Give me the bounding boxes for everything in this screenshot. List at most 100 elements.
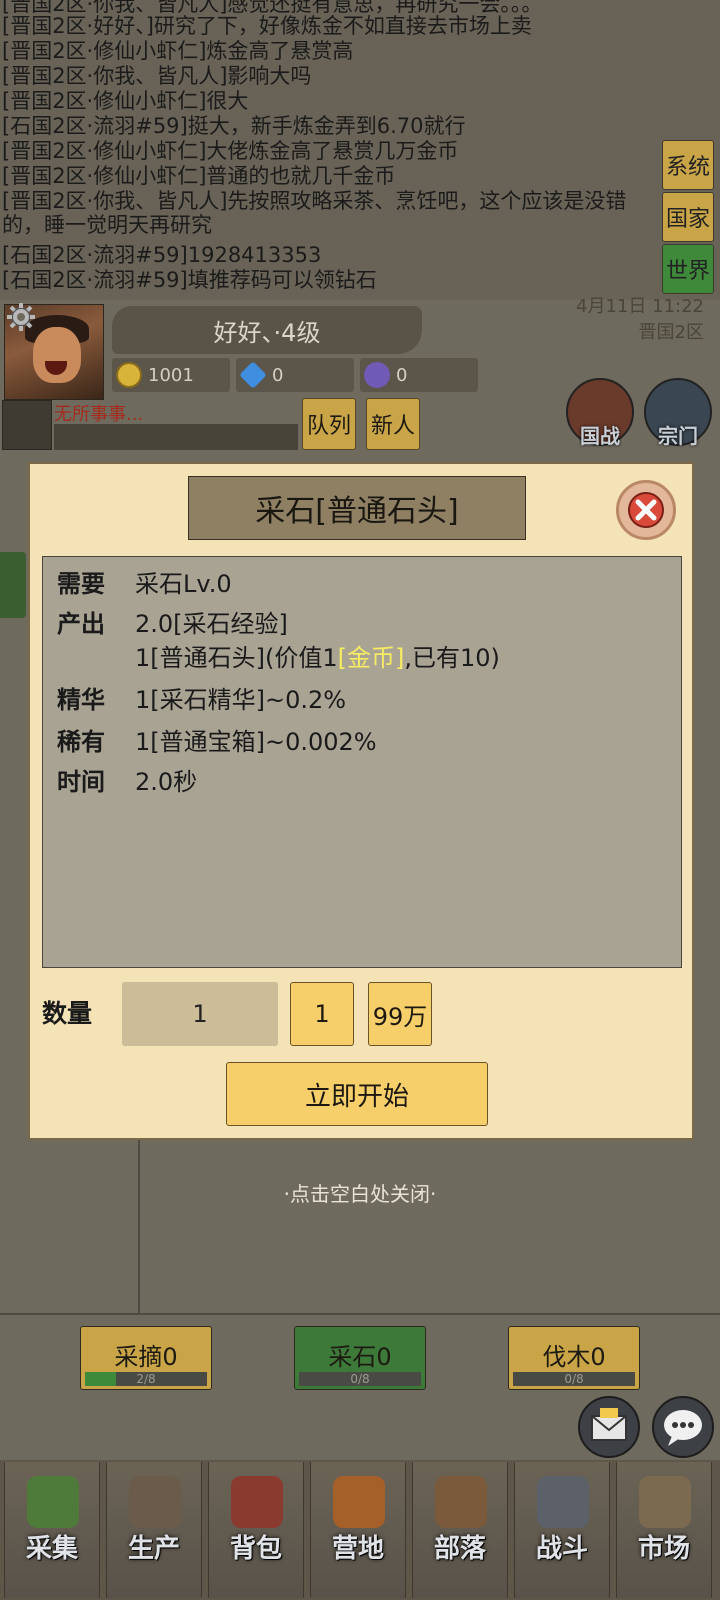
rare-value: 1[普通宝箱]~0.002% <box>135 728 377 756</box>
require-key: 需要 <box>57 570 105 598</box>
chat-line: [晋国2区·修仙小虾仁]炼金高了悬赏高 <box>2 39 354 63</box>
campfire-icon <box>333 1476 385 1528</box>
mail-icon[interactable] <box>578 1396 640 1458</box>
horn-icon <box>435 1476 487 1528</box>
rare-key: 稀有 <box>57 728 105 756</box>
time-key: 时间 <box>57 768 105 796</box>
bag-amount: 0 <box>396 364 408 386</box>
datetime: 4月11日 11:22 晋国2区 <box>576 294 704 346</box>
chat-line: [晋国2区·你我、皆凡人]影响大吗 <box>2 64 312 88</box>
nav-produce[interactable]: 生产 <box>106 1462 202 1598</box>
output-text: ,已有10) <box>404 644 500 672</box>
divider <box>0 1313 720 1315</box>
activity-progress-text: 2/8 <box>136 1372 156 1386</box>
crossed-swords-icon <box>537 1476 589 1528</box>
activity-label: 采摘0 <box>114 1343 178 1371</box>
server-label: 晋国2区 <box>638 322 704 343</box>
nav-bag[interactable]: 背包 <box>208 1462 304 1598</box>
activity-progress-bar: 2/8 <box>85 1372 207 1386</box>
activity-progress-text: 0/8 <box>564 1372 584 1386</box>
quantity-input[interactable] <box>122 982 278 1046</box>
chat-line: [晋国2区·修仙小虾仁]很大 <box>2 89 249 113</box>
tab-world[interactable]: 世界 <box>662 244 714 294</box>
nav-label: 营地 <box>331 1534 384 1564</box>
activity-pick-button[interactable]: 采摘0 2/8 <box>80 1326 212 1390</box>
output-text: 1[普通石头](价值1 <box>135 644 338 672</box>
diamond-icon <box>239 361 267 389</box>
settings-gear-icon[interactable] <box>6 302 36 332</box>
status-text: 无所事事... <box>54 404 144 425</box>
chat-line: [石国2区·流羽#59]挺大，新手炼金弄到6.70就行 <box>2 114 466 138</box>
divider <box>138 1110 140 1315</box>
gold-resource: 1001 <box>112 358 230 392</box>
activity-progress-bar: 0/8 <box>513 1372 635 1386</box>
gold-link[interactable]: [金币] <box>338 644 405 672</box>
time-value: 2.0秒 <box>135 768 198 796</box>
close-hint[interactable]: ·点击空白处关闭· <box>0 1178 720 1207</box>
nav-gather[interactable]: 采集 <box>4 1462 100 1598</box>
info-panel: 需要 采石Lv.0 产出 2.0[采石经验] 1[普通石头](价值1[金币],已… <box>42 556 682 968</box>
date-label: 4月11日 11:22 <box>576 296 704 317</box>
close-icon <box>628 492 664 528</box>
scales-icon <box>639 1476 691 1528</box>
chat-line: [晋国2区·你我、皆凡人]先按照攻略采茶、烹饪吧，这个应该是没错的，睡一觉明天再… <box>2 189 627 237</box>
side-tab[interactable] <box>0 552 26 618</box>
tab-system[interactable]: 系统 <box>662 140 714 190</box>
activity-progress-text: 0/8 <box>350 1372 370 1386</box>
chat-line: [石国2区·流羽#59]1928413353 <box>2 243 322 267</box>
nav-label: 生产 <box>127 1534 180 1564</box>
chat-bubble-icon[interactable] <box>652 1396 714 1458</box>
output-value-1: 2.0[采石经验] <box>135 610 288 638</box>
gold-amount: 1001 <box>148 364 194 386</box>
close-button[interactable] <box>616 480 676 540</box>
activity-progress-bar: 0/8 <box>299 1372 421 1386</box>
activity-label: 采石0 <box>328 1343 392 1371</box>
nav-market[interactable]: 市场 <box>616 1462 712 1598</box>
nav-label: 背包 <box>229 1534 282 1564</box>
chat-line: [石国2区·流羽#59]填推荐码可以领钻石 <box>2 268 377 292</box>
gather-icon <box>27 1476 79 1528</box>
backpack-icon <box>231 1476 283 1528</box>
newbie-button[interactable]: 新人 <box>366 398 420 450</box>
nav-label: 采集 <box>25 1534 78 1564</box>
queue-button[interactable]: 队列 <box>302 398 356 450</box>
gold-coin-icon <box>116 362 142 388</box>
nav-label: 市场 <box>637 1534 690 1564</box>
output-key: 产出 <box>57 610 105 638</box>
output-value-2: 1[普通石头](价值1[金币],已有10) <box>135 643 500 673</box>
task-dialog: 采石[普通石头] 需要 采石Lv.0 产出 2.0[采石经验] 1[普通石头](… <box>28 462 694 1140</box>
start-button[interactable]: 立即开始 <box>226 1062 488 1126</box>
diamond-resource: 0 <box>236 358 354 392</box>
player-header: 好好、·4级 4月11日 11:22 晋国2区 1001 0 0 无所事事...… <box>0 296 720 460</box>
activity-label: 伐木0 <box>542 1343 606 1371</box>
tab-nation[interactable]: 国家 <box>662 192 714 242</box>
status-icon <box>2 400 52 450</box>
quantity-one-button[interactable]: 1 <box>290 982 354 1046</box>
require-value: 采石Lv.0 <box>135 570 232 598</box>
chat-panel[interactable]: [晋国2区·你我、皆凡人]感觉还挺有意思，再研究一会。。。 [晋国2区·好好、]… <box>0 0 720 300</box>
diamond-amount: 0 <box>272 364 284 386</box>
nav-battle[interactable]: 战斗 <box>514 1462 610 1598</box>
quantity-max-button[interactable]: 99万 <box>368 982 432 1046</box>
sect-label: 宗门 <box>658 424 698 448</box>
anvil-icon <box>129 1476 181 1528</box>
nav-label: 战斗 <box>535 1534 588 1564</box>
chat-line: [晋国2区·修仙小虾仁]普通的也就几千金币 <box>2 164 396 188</box>
nav-camp[interactable]: 营地 <box>310 1462 406 1598</box>
essence-key: 精华 <box>57 686 105 714</box>
player-name: 好好、·4级 <box>112 306 422 354</box>
chat-line: [晋国2区·好好、]研究了下，好像炼金不如直接去市场上卖 <box>2 14 532 38</box>
essence-value: 1[采石精华]~0.2% <box>135 686 347 714</box>
activity-stone-button[interactable]: 采石0 0/8 <box>294 1326 426 1390</box>
activity-wood-button[interactable]: 伐木0 0/8 <box>508 1326 640 1390</box>
status-bar <box>54 424 298 450</box>
quantity-label: 数量 <box>42 999 93 1028</box>
national-war-label: 国战 <box>580 424 620 448</box>
bottom-nav: 采集 生产 背包 营地 部落 战斗 市场 <box>0 1460 720 1600</box>
bag-resource: 0 <box>360 358 478 392</box>
nav-label: 部落 <box>433 1534 486 1564</box>
nav-tribe[interactable]: 部落 <box>412 1462 508 1598</box>
bag-icon <box>364 362 390 388</box>
chat-line: [晋国2区·修仙小虾仁]大佬炼金高了悬赏几万金币 <box>2 139 459 163</box>
dialog-title: 采石[普通石头] <box>188 476 526 540</box>
